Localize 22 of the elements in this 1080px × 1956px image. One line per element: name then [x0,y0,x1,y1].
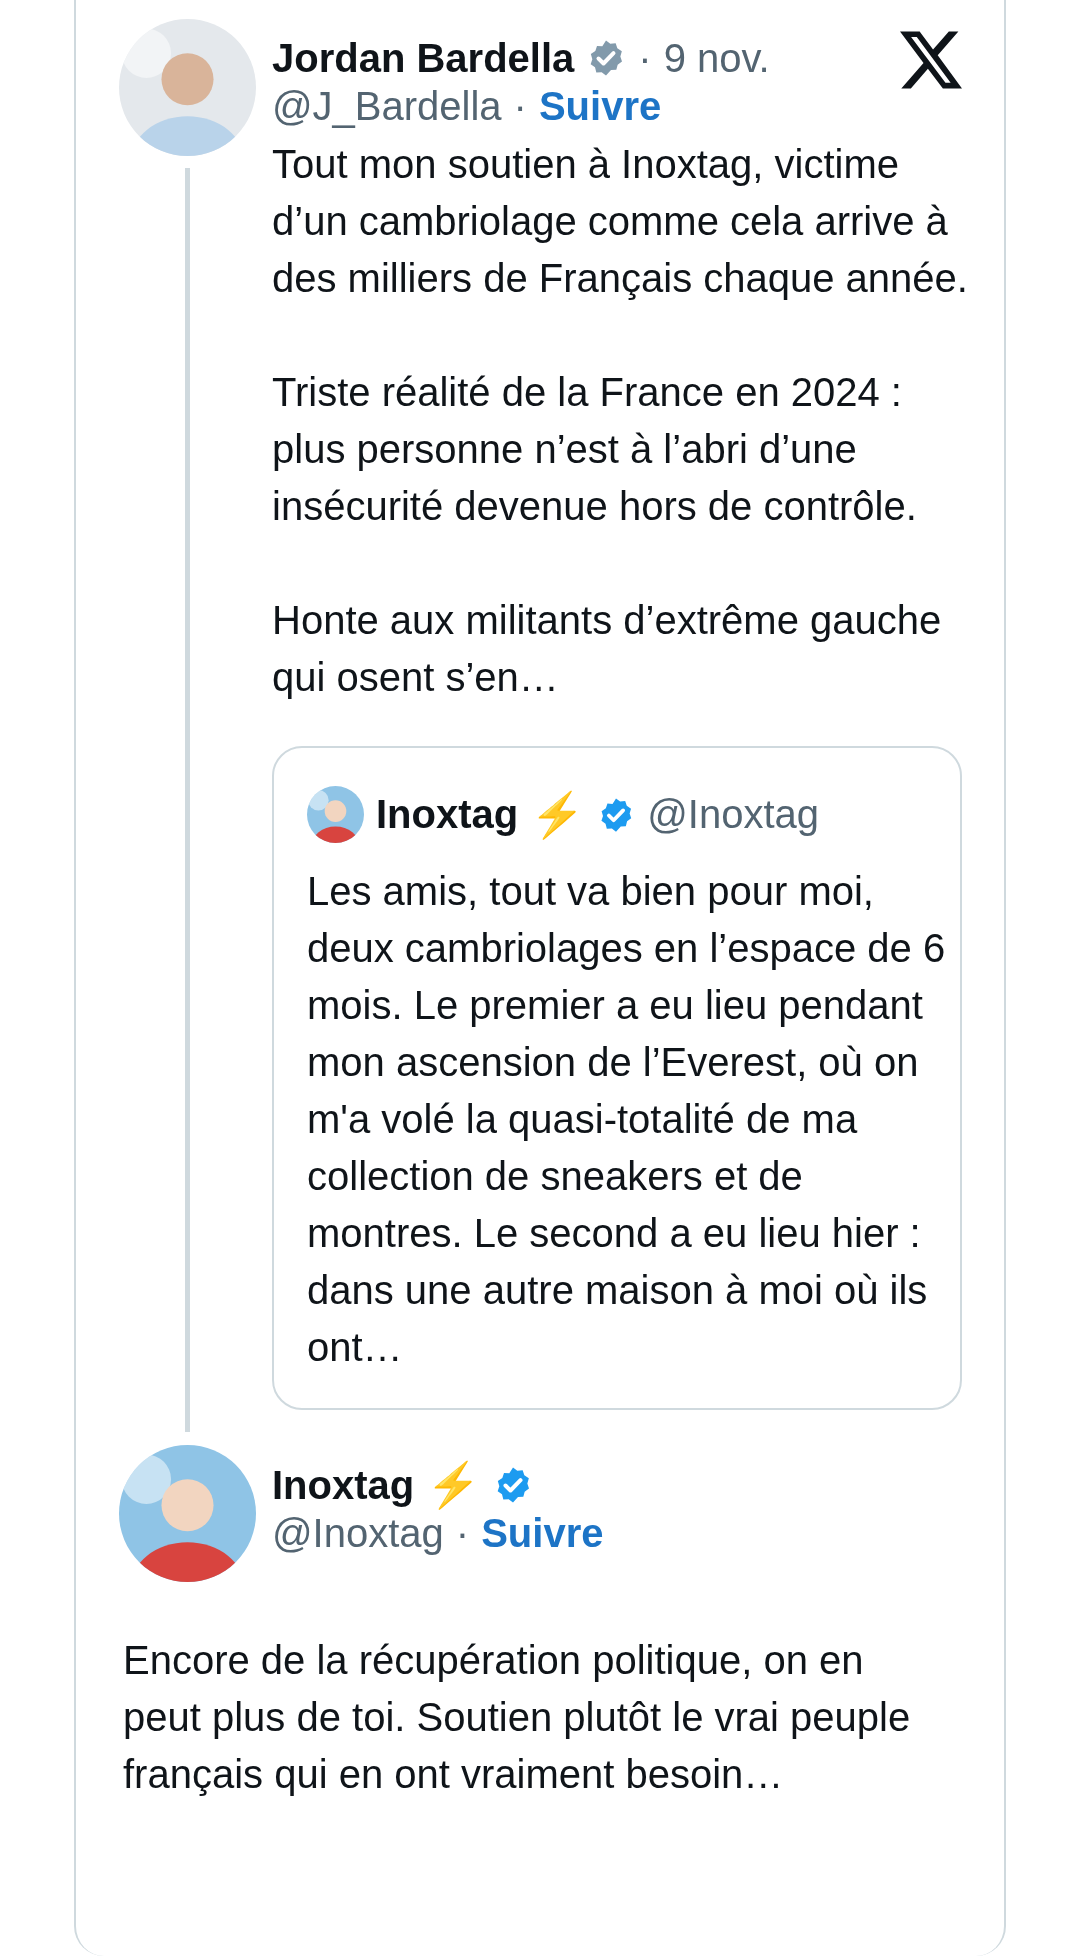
author-name[interactable]: Jordan Bardella [272,35,575,81]
author-name[interactable]: Inoxtag [376,792,519,837]
x-logo-icon[interactable] [900,31,962,89]
separator-dot: · [513,83,527,129]
post-text: Honte aux militants d’extrême gauche qui osent s’en… [272,597,943,701]
author-name[interactable]: Inoxtag [272,1462,415,1508]
quoted-post[interactable] [272,746,962,1410]
author-handle[interactable]: @J_Bardella [272,83,502,129]
follow-link[interactable]: Suivre [538,83,662,129]
post-date[interactable]: 9 nov. [663,35,770,81]
post-text: Triste réalité de la France en 2024 : plus personne n’est à l’abri d’une insécurité devenue hors de contrôle. [272,369,918,530]
emoji: ⚡ [530,788,586,841]
separator-dot: · [638,35,652,81]
post-text: Tout mon soutien à Inoxtag, victime d’un cambriolage comme cela arrive à des milliers de Français chaque année. [272,141,969,302]
avatar[interactable] [307,786,364,843]
reply-text: Encore de la récupération politique, on en peut plus de toi. Soutien plutôt le vrai peuple français qui en ont vraiment besoin… [123,1637,912,1798]
author-handle[interactable]: @Inoxtag [647,792,820,837]
follow-link[interactable]: Suivre [481,1510,604,1556]
post-text: Les amis, tout va bien pour moi, deux cambriolages en l’espace de 6 mois. Le premier a eu lieu pendant mon ascension de l’Everest, où on m'a volé la quasi-totalité de ma collection de sneakers et de montres. Le second a eu lieu hier : dans une autre maison à moi où ils ont… [307,868,947,1371]
author-handle[interactable]: @Inoxtag [272,1510,444,1556]
separator-dot: · [455,1510,470,1556]
emoji: ⚡ [426,1459,482,1511]
